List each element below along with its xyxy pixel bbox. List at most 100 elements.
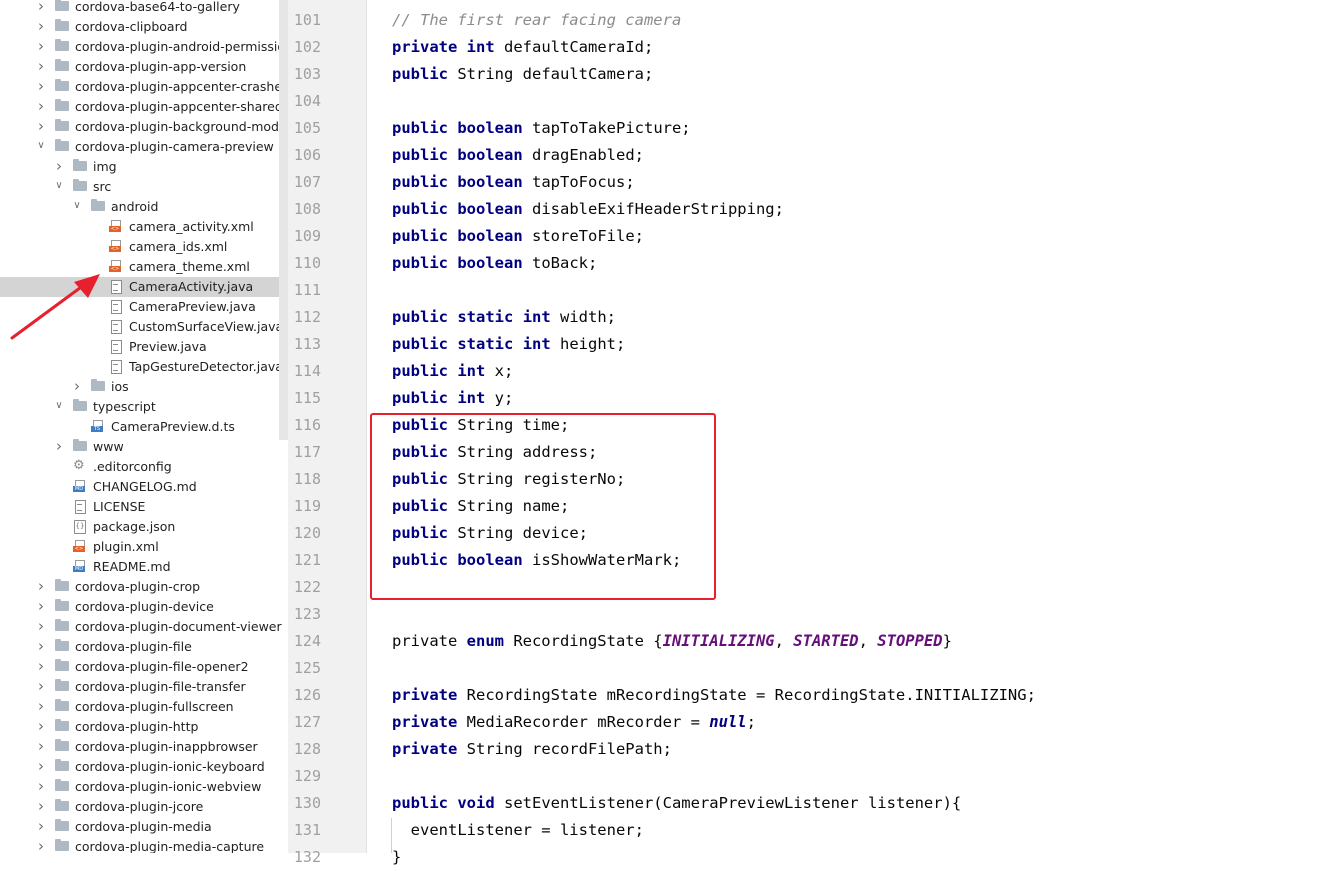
tree-item[interactable]: › cordova-plugin-ionic-webview	[0, 777, 288, 797]
tree-item[interactable]: › cordova-plugin-file-transfer	[0, 677, 288, 697]
code-line[interactable]: public boolean dragEnabled;	[392, 142, 644, 169]
tree-item[interactable]: › cordova-plugin-app-version	[0, 57, 288, 77]
code-line[interactable]: private enum RecordingState {INITIALIZIN…	[392, 628, 952, 655]
chevron-right-icon[interactable]: ›	[36, 59, 46, 74]
code-token: public	[392, 389, 448, 407]
tree-item[interactable]: › cordova-plugin-media	[0, 817, 288, 837]
java-file-icon	[109, 280, 123, 294]
tree-item[interactable]: › cordova-plugin-media-capture	[0, 837, 288, 854]
chevron-right-icon[interactable]: ›	[36, 679, 46, 694]
chevron-right-icon[interactable]: ›	[36, 759, 46, 774]
code-line[interactable]: private String recordFilePath;	[392, 736, 672, 763]
project-tree-scrollbar[interactable]	[279, 0, 288, 440]
code-line[interactable]: public boolean toBack;	[392, 250, 597, 277]
tree-item[interactable]: › cordova-plugin-file	[0, 637, 288, 657]
tree-item[interactable]: › cordova-plugin-inappbrowser	[0, 737, 288, 757]
code-line[interactable]: public static int height;	[392, 331, 625, 358]
chevron-down-icon[interactable]: ∨	[54, 179, 64, 193]
chevron-right-icon[interactable]: ›	[36, 639, 46, 654]
chevron-right-icon[interactable]: ›	[72, 379, 82, 394]
code-line[interactable]: private int defaultCameraId;	[392, 34, 653, 61]
chevron-down-icon[interactable]: ∨	[72, 199, 82, 213]
tree-item[interactable]: › www	[0, 437, 288, 457]
code-line[interactable]: public boolean storeToFile;	[392, 223, 644, 250]
code-line[interactable]: }	[392, 844, 401, 871]
chevron-right-icon[interactable]: ›	[36, 699, 46, 714]
tree-item[interactable]: › cordova-plugin-crop	[0, 577, 288, 597]
tree-item[interactable]: › ios	[0, 377, 288, 397]
tree-item[interactable]: plugin.xml	[0, 537, 288, 557]
chevron-right-icon[interactable]: ›	[54, 439, 64, 454]
tree-item[interactable]: › cordova-base64-to-gallery	[0, 0, 288, 17]
chevron-right-icon[interactable]: ›	[36, 659, 46, 674]
folder-icon	[55, 119, 69, 133]
tree-item[interactable]: camera_activity.xml	[0, 217, 288, 237]
code-line[interactable]: private RecordingState mRecordingState =…	[392, 682, 1036, 709]
tree-item[interactable]: README.md	[0, 557, 288, 577]
code-line[interactable]: private MediaRecorder mRecorder = null;	[392, 709, 756, 736]
code-token: boolean	[457, 227, 523, 245]
tree-item[interactable]: › cordova-plugin-jcore	[0, 797, 288, 817]
code-line[interactable]: public int y;	[392, 385, 513, 412]
tree-item[interactable]: CameraPreview.d.ts	[0, 417, 288, 437]
chevron-right-icon[interactable]: ›	[36, 739, 46, 754]
code-line[interactable]: public static int width;	[392, 304, 616, 331]
code-line[interactable]: public String defaultCamera;	[392, 61, 653, 88]
tree-item[interactable]: TapGestureDetector.java	[0, 357, 288, 377]
tree-item[interactable]: › img	[0, 157, 288, 177]
chevron-right-icon[interactable]: ›	[36, 839, 46, 854]
chevron-right-icon[interactable]: ›	[36, 99, 46, 114]
tree-item[interactable]: ∨ cordova-plugin-camera-preview	[0, 137, 288, 157]
chevron-right-icon[interactable]: ›	[36, 599, 46, 614]
folder-icon	[55, 99, 69, 113]
folder-icon	[55, 619, 69, 633]
tree-item[interactable]: ⚙ .editorconfig	[0, 457, 288, 477]
code-token: width;	[550, 308, 617, 326]
tree-item[interactable]: CHANGELOG.md	[0, 477, 288, 497]
code-line[interactable]: eventListener = listener;	[392, 817, 644, 844]
chevron-right-icon[interactable]: ›	[36, 39, 46, 54]
chevron-right-icon[interactable]: ›	[36, 719, 46, 734]
code-line[interactable]: public boolean tapToFocus;	[392, 169, 635, 196]
code-token: }	[392, 848, 402, 866]
chevron-right-icon[interactable]: ›	[36, 819, 46, 834]
chevron-right-icon[interactable]: ›	[36, 619, 46, 634]
java-file-icon	[109, 360, 123, 374]
tree-item[interactable]: › cordova-plugin-http	[0, 717, 288, 737]
tree-item[interactable]: › cordova-plugin-appcenter-shared	[0, 97, 288, 117]
chevron-down-icon[interactable]: ∨	[36, 139, 46, 153]
tree-item[interactable]: LICENSE	[0, 497, 288, 517]
tree-item[interactable]: ∨ typescript	[0, 397, 288, 417]
chevron-right-icon[interactable]: ›	[36, 779, 46, 794]
line-number: 126	[293, 686, 321, 704]
tree-item-label: package.json	[93, 519, 176, 534]
chevron-right-icon[interactable]: ›	[36, 0, 46, 14]
chevron-down-icon[interactable]: ∨	[54, 399, 64, 413]
code-line[interactable]: public void setEventListener(CameraPrevi…	[392, 790, 961, 817]
tree-item[interactable]: › cordova-plugin-background-mode	[0, 117, 288, 137]
chevron-right-icon[interactable]: ›	[36, 799, 46, 814]
tree-item[interactable]: › cordova-plugin-file-opener2	[0, 657, 288, 677]
tree-item[interactable]: › cordova-plugin-android-permissions	[0, 37, 288, 57]
tree-item[interactable]: › cordova-plugin-fullscreen	[0, 697, 288, 717]
tree-item[interactable]: camera_ids.xml	[0, 237, 288, 257]
tree-item[interactable]: ∨ android	[0, 197, 288, 217]
chevron-right-icon[interactable]: ›	[36, 79, 46, 94]
chevron-right-icon[interactable]: ›	[36, 119, 46, 134]
code-line[interactable]: public boolean tapToTakePicture;	[392, 115, 691, 142]
tree-item[interactable]: {} package.json	[0, 517, 288, 537]
code-token: tapToTakePicture;	[522, 119, 691, 137]
code-line[interactable]: public int x;	[392, 358, 513, 385]
tree-item[interactable]: › cordova-plugin-appcenter-crashes	[0, 77, 288, 97]
tree-item[interactable]: › cordova-plugin-device	[0, 597, 288, 617]
tree-item[interactable]: › cordova-plugin-document-viewer	[0, 617, 288, 637]
chevron-right-icon[interactable]: ›	[36, 19, 46, 34]
chevron-right-icon[interactable]: ›	[54, 159, 64, 174]
code-line[interactable]: // The first rear facing camera	[392, 7, 681, 34]
tree-item[interactable]: › cordova-clipboard	[0, 17, 288, 37]
tree-item[interactable]: ∨ src	[0, 177, 288, 197]
code-line[interactable]: public boolean disableExifHeaderStrippin…	[392, 196, 784, 223]
chevron-right-icon[interactable]: ›	[36, 579, 46, 594]
tree-item[interactable]: › cordova-plugin-ionic-keyboard	[0, 757, 288, 777]
